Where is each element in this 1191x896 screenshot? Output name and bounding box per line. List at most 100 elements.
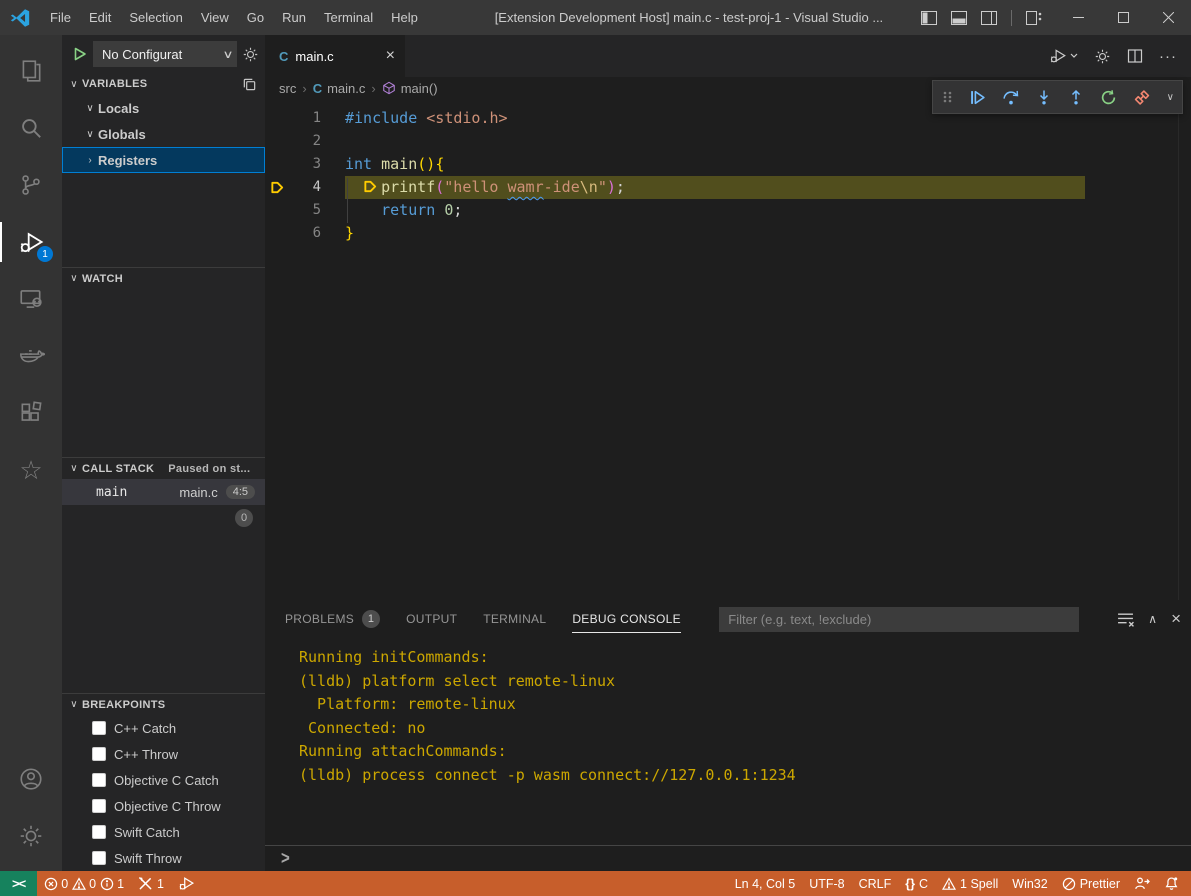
activity-remote-explorer[interactable] (0, 273, 62, 325)
platform-indicator[interactable]: Win32 (1005, 871, 1054, 896)
code-editor[interactable]: 1#include <stdio.h>23int main(){4 printf… (265, 99, 1191, 600)
breadcrumb-folder[interactable]: src (279, 81, 296, 96)
run-or-debug-button[interactable] (1049, 47, 1078, 65)
callstack-section-header[interactable]: ∨ CALL STACK Paused on st... (62, 457, 265, 479)
maximize-panel-icon[interactable]: ∧ (1148, 612, 1157, 626)
glyph-margin[interactable] (265, 107, 289, 130)
close-panel-icon[interactable]: × (1171, 609, 1181, 629)
menu-edit[interactable]: Edit (80, 0, 120, 35)
remote-indicator[interactable]: >< (0, 871, 37, 896)
variables-globals[interactable]: ∨ Globals (62, 121, 265, 147)
breakpoint-row[interactable]: Swift Throw (62, 845, 265, 871)
notifications-button[interactable] (1157, 871, 1191, 896)
console-output-line[interactable]: (lldb) process connect -p wasm connect:/… (299, 764, 1191, 788)
breakpoints-section-header[interactable]: ∨ BREAKPOINTS (62, 693, 265, 715)
maximize-button[interactable] (1101, 0, 1146, 35)
activity-docker[interactable] (0, 330, 62, 382)
accounts-button[interactable] (0, 753, 62, 805)
restart-button[interactable] (1100, 89, 1117, 106)
breadcrumb-symbol[interactable]: main() (382, 81, 438, 96)
menu-file[interactable]: File (41, 0, 80, 35)
menu-go[interactable]: Go (238, 0, 273, 35)
console-output-line[interactable]: Running initCommands: (299, 646, 1191, 670)
menu-help[interactable]: Help (382, 0, 427, 35)
clear-console-icon[interactable] (1117, 612, 1134, 627)
language-mode[interactable]: {} C (898, 871, 935, 896)
glyph-margin[interactable] (265, 130, 289, 153)
breakpoint-checkbox[interactable] (92, 747, 106, 761)
breakpoint-checkbox[interactable] (92, 773, 106, 787)
current-statement-glyph-icon[interactable] (265, 176, 289, 199)
breakpoint-checkbox[interactable] (92, 799, 106, 813)
breakpoint-row[interactable]: Swift Catch (62, 819, 265, 845)
variables-locals[interactable]: ∨ Locals (62, 95, 265, 121)
step-over-button[interactable] (1002, 89, 1020, 106)
debug-console-input-row[interactable]: > (265, 845, 1191, 871)
glyph-margin[interactable] (265, 153, 289, 176)
debug-status[interactable] (171, 871, 202, 896)
disconnect-button[interactable] (1133, 89, 1151, 106)
menu-run[interactable]: Run (273, 0, 315, 35)
activity-source-control[interactable] (0, 159, 62, 211)
cursor-position[interactable]: Ln 4, Col 5 (728, 871, 802, 896)
more-actions-icon[interactable]: ··· (1159, 48, 1177, 65)
console-output-line[interactable]: (lldb) platform select remote-linux (299, 670, 1191, 694)
watch-section-header[interactable]: ∨ WATCH (62, 267, 265, 289)
spell-checker-status[interactable]: 1 Spell (935, 871, 1005, 896)
tab-problems[interactable]: PROBLEMS 1 (285, 600, 380, 638)
toggle-sidebar-icon[interactable] (921, 11, 937, 25)
variables-section-header[interactable]: ∨ VARIABLES (62, 73, 265, 95)
continue-button[interactable] (969, 89, 986, 106)
tab-debug-console[interactable]: DEBUG CONSOLE (572, 600, 681, 638)
activity-search[interactable] (0, 102, 62, 154)
split-editor-icon[interactable] (1127, 48, 1143, 64)
breakpoint-checkbox[interactable] (92, 851, 106, 865)
debug-config-dropdown[interactable]: No Configurat ∨ (93, 41, 237, 67)
problems-status[interactable]: 0 0 1 (37, 871, 131, 896)
menu-view[interactable]: View (192, 0, 238, 35)
eol-indicator[interactable]: CRLF (852, 871, 899, 896)
activity-extensions[interactable] (0, 387, 62, 439)
glyph-margin[interactable] (265, 199, 289, 222)
debug-console-output[interactable]: Running initCommands:(lldb) platform sel… (265, 638, 1191, 845)
tools-status[interactable]: 1 (131, 871, 171, 896)
tab-close-icon[interactable]: × (386, 47, 395, 65)
toggle-panel-icon[interactable] (951, 11, 967, 25)
code-line[interactable]: 6} (265, 222, 1191, 245)
activity-favorites[interactable]: ☆ (0, 444, 62, 496)
code-line[interactable]: 5 return 0; (265, 199, 1191, 222)
console-output-line[interactable]: Running attachCommands: (299, 740, 1191, 764)
tab-main-c[interactable]: C main.c × (265, 35, 405, 77)
step-out-button[interactable] (1068, 89, 1084, 106)
feedback-button[interactable] (1127, 871, 1157, 896)
code-line[interactable]: 3int main(){ (265, 153, 1191, 176)
toolbar-chevron-down-icon[interactable]: ∨ (1167, 92, 1174, 103)
settings-button[interactable] (0, 810, 62, 862)
menu-terminal[interactable]: Terminal (315, 0, 382, 35)
callstack-frame-row[interactable]: main main.c 4:5 (62, 479, 265, 505)
variables-registers[interactable]: › Registers (62, 147, 265, 173)
breakpoint-checkbox[interactable] (92, 825, 106, 839)
breakpoint-row[interactable]: Objective C Throw (62, 793, 265, 819)
console-output-line[interactable]: Connected: no (299, 717, 1191, 741)
code-line[interactable]: 4 printf("hello wamr-ide\n"); (265, 176, 1191, 199)
encoding-indicator[interactable]: UTF-8 (802, 871, 851, 896)
start-debug-button[interactable] (72, 46, 88, 62)
customize-layout-icon[interactable] (1026, 11, 1042, 25)
activity-run-debug[interactable]: 1 (0, 216, 62, 268)
breadcrumb-file[interactable]: C main.c (313, 81, 366, 96)
tab-output[interactable]: OUTPUT (406, 600, 457, 638)
formatter-status[interactable]: Prettier (1055, 871, 1127, 896)
toggle-secondary-sidebar-icon[interactable] (981, 11, 997, 25)
breakpoint-row[interactable]: C++ Throw (62, 741, 265, 767)
editor-settings-gear-icon[interactable] (1094, 48, 1111, 65)
activity-explorer[interactable] (0, 45, 62, 97)
console-filter-input[interactable] (719, 607, 1079, 632)
debug-settings-gear-icon[interactable] (242, 46, 259, 63)
breakpoint-row[interactable]: C++ Catch (62, 715, 265, 741)
glyph-margin[interactable] (265, 222, 289, 245)
tab-terminal[interactable]: TERMINAL (483, 600, 546, 638)
minimize-button[interactable] (1056, 0, 1101, 35)
copy-icon[interactable] (242, 77, 257, 92)
breakpoint-checkbox[interactable] (92, 721, 106, 735)
